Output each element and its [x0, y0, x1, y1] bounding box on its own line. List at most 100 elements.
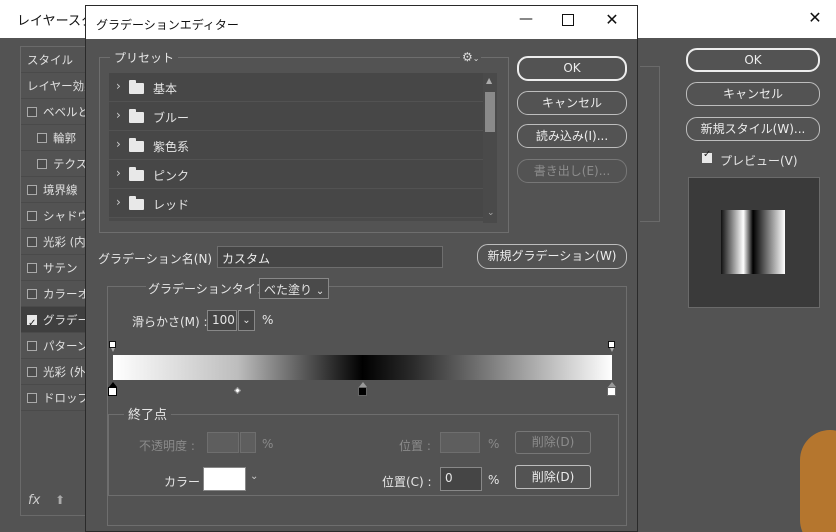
load-button[interactable]: 読み込み(I)...: [517, 124, 627, 148]
new-gradient-button[interactable]: 新規グラデーション(W): [477, 244, 627, 269]
presets-label: プリセット: [110, 49, 179, 66]
opacity-location-input[interactable]: [440, 432, 480, 453]
gradient-bar[interactable]: [113, 355, 612, 380]
gradient-editor-dialog: グラデーションエディター — ✕ プリセット ⚙⌄ › 基本 › ブルー › 紫色系 › ピン…: [85, 5, 638, 532]
color-stop[interactable]: [357, 387, 367, 396]
preset-folder-row[interactable]: › レッド: [109, 189, 484, 218]
sidebar-item-checkbox[interactable]: [27, 311, 37, 332]
sidebar-item-checkbox[interactable]: [27, 341, 37, 351]
sidebar-item[interactable]: サテン: [21, 255, 91, 281]
chevron-right-icon[interactable]: ›: [116, 166, 121, 180]
sidebar-item-checkbox[interactable]: [27, 107, 37, 117]
chevron-down-icon[interactable]: ⌄: [250, 471, 258, 482]
sidebar-item-label: カラーオーバーレイ: [43, 287, 91, 301]
stop-opacity-unit: %: [262, 437, 274, 451]
layer-style-cancel-button[interactable]: キャンセル: [686, 82, 820, 106]
preset-folder-name: ピンク: [153, 169, 190, 183]
gradient-type-select[interactable]: べた塗り ⌄: [259, 278, 329, 299]
close-icon[interactable]: ✕: [602, 10, 622, 30]
sidebar-item[interactable]: パターンオーバーレイ: [21, 333, 91, 359]
folder-icon: [129, 109, 144, 123]
sidebar-item-checkbox[interactable]: [27, 393, 37, 403]
chevron-right-icon[interactable]: ›: [116, 79, 121, 93]
color-stop[interactable]: [108, 387, 117, 396]
sidebar-item[interactable]: スタイル: [21, 47, 91, 73]
sidebar-item-label: サテン: [43, 261, 78, 275]
color-stop-pointer: [358, 382, 367, 387]
sidebar-item-checkbox[interactable]: [27, 185, 37, 195]
sidebar-item[interactable]: ドロップシャドウ: [21, 385, 91, 411]
layer-style-ok-button[interactable]: OK: [686, 48, 820, 72]
delete-opacity-stop-button[interactable]: 削除(D): [515, 431, 591, 454]
sidebar-item-label: 光彩 (内側): [43, 235, 91, 249]
ok-button[interactable]: OK: [517, 56, 627, 81]
sidebar-item-label: ベベルとエンボス: [43, 105, 91, 119]
close-icon[interactable]: ✕: [805, 8, 825, 28]
scroll-down-icon[interactable]: ⌄: [487, 208, 495, 218]
smoothness-unit: %: [262, 313, 274, 327]
sidebar-item[interactable]: 光彩 (外側): [21, 359, 91, 385]
gear-icon[interactable]: ⚙⌄: [460, 50, 482, 64]
gradient-name-input[interactable]: カスタム: [217, 246, 443, 268]
sidebar-item-checkbox[interactable]: [37, 159, 47, 169]
sidebar-item-checkbox[interactable]: [37, 133, 47, 143]
opacity-location-label: 位置 :: [399, 439, 431, 453]
stop-opacity-dropdown[interactable]: [240, 432, 256, 453]
sidebar-item-checkbox[interactable]: [27, 263, 37, 273]
presets-list: › 基本 › ブルー › 紫色系 › ピンク › レッド: [109, 73, 484, 221]
scroll-up-icon[interactable]: ▲: [486, 76, 492, 85]
sidebar-item-checkbox[interactable]: [27, 367, 37, 377]
sidebar-item-checkbox[interactable]: [27, 289, 37, 299]
smoothness-input[interactable]: 100: [207, 310, 237, 331]
stop-opacity-input[interactable]: [207, 432, 239, 453]
fx-icon[interactable]: fx: [28, 493, 40, 508]
folder-icon: [129, 80, 144, 94]
sidebar-item[interactable]: グラデーションオーバーレイ: [21, 307, 91, 333]
new-style-button[interactable]: 新規スタイル(W)...: [686, 117, 820, 141]
sidebar-item[interactable]: ベベルとエンボス: [21, 99, 91, 125]
sidebar-item[interactable]: レイヤー効果: [21, 73, 91, 99]
color-location-input[interactable]: 0: [440, 467, 482, 491]
opacity-stop[interactable]: [109, 341, 116, 352]
opacity-stop[interactable]: [608, 341, 615, 352]
preset-folder-name: 基本: [153, 82, 178, 96]
gradient-editor-title: グラデーションエディター: [96, 18, 239, 32]
move-up-icon[interactable]: ⬆: [55, 493, 65, 507]
color-stop[interactable]: [607, 387, 616, 396]
sidebar-item[interactable]: テクスチャ: [21, 151, 91, 177]
sidebar-item-checkbox[interactable]: [27, 237, 37, 247]
chevron-right-icon[interactable]: ›: [116, 108, 121, 122]
opacity-location-unit: %: [488, 437, 500, 451]
sidebar-item-label: レイヤー効果: [27, 79, 91, 93]
sidebar-item-label: パターンオーバーレイ: [43, 339, 91, 353]
maximize-icon[interactable]: [562, 14, 574, 26]
gradient-type-label: グラデーションタイプ :: [146, 280, 278, 297]
preset-folder-row[interactable]: › 紫色系: [109, 131, 484, 160]
chevron-right-icon[interactable]: ›: [116, 195, 121, 209]
sidebar-item-checkbox[interactable]: [27, 211, 37, 221]
preset-folder-row[interactable]: › 基本: [109, 73, 484, 102]
sidebar-item-label: 輪郭: [53, 131, 76, 145]
preview-gradient-swatch: [721, 210, 785, 274]
sidebar-item-label: 光彩 (外側): [43, 365, 91, 379]
sidebar-item[interactable]: 境界線: [21, 177, 91, 203]
scrollbar-thumb[interactable]: [485, 92, 495, 132]
layer-style-sidebar: スタイルレイヤー効果ベベルとエンボス輪郭テクスチャ境界線シャドウ (内側) 光彩 …: [20, 46, 91, 516]
chevron-right-icon[interactable]: ›: [116, 137, 121, 151]
cancel-button[interactable]: キャンセル: [517, 91, 627, 115]
color-stop-pointer: [608, 382, 616, 387]
color-location-label: 位置(C) :: [382, 475, 432, 489]
smoothness-dropdown[interactable]: ⌄: [238, 310, 255, 331]
sidebar-item[interactable]: 輪郭: [21, 125, 91, 151]
preset-folder-row[interactable]: › ピンク: [109, 160, 484, 189]
sidebar-item[interactable]: シャドウ (内側): [21, 203, 91, 229]
export-button[interactable]: 書き出し(E)...: [517, 159, 627, 183]
delete-color-stop-button[interactable]: 削除(D): [515, 465, 591, 489]
stop-color-swatch[interactable]: [203, 467, 246, 491]
sidebar-item[interactable]: カラーオーバーレイ: [21, 281, 91, 307]
preset-folder-row[interactable]: › ブルー: [109, 102, 484, 131]
folder-icon: [129, 196, 144, 210]
preview-checkbox[interactable]: [702, 149, 712, 163]
minimize-icon[interactable]: —: [516, 11, 536, 31]
sidebar-item[interactable]: 光彩 (内側): [21, 229, 91, 255]
